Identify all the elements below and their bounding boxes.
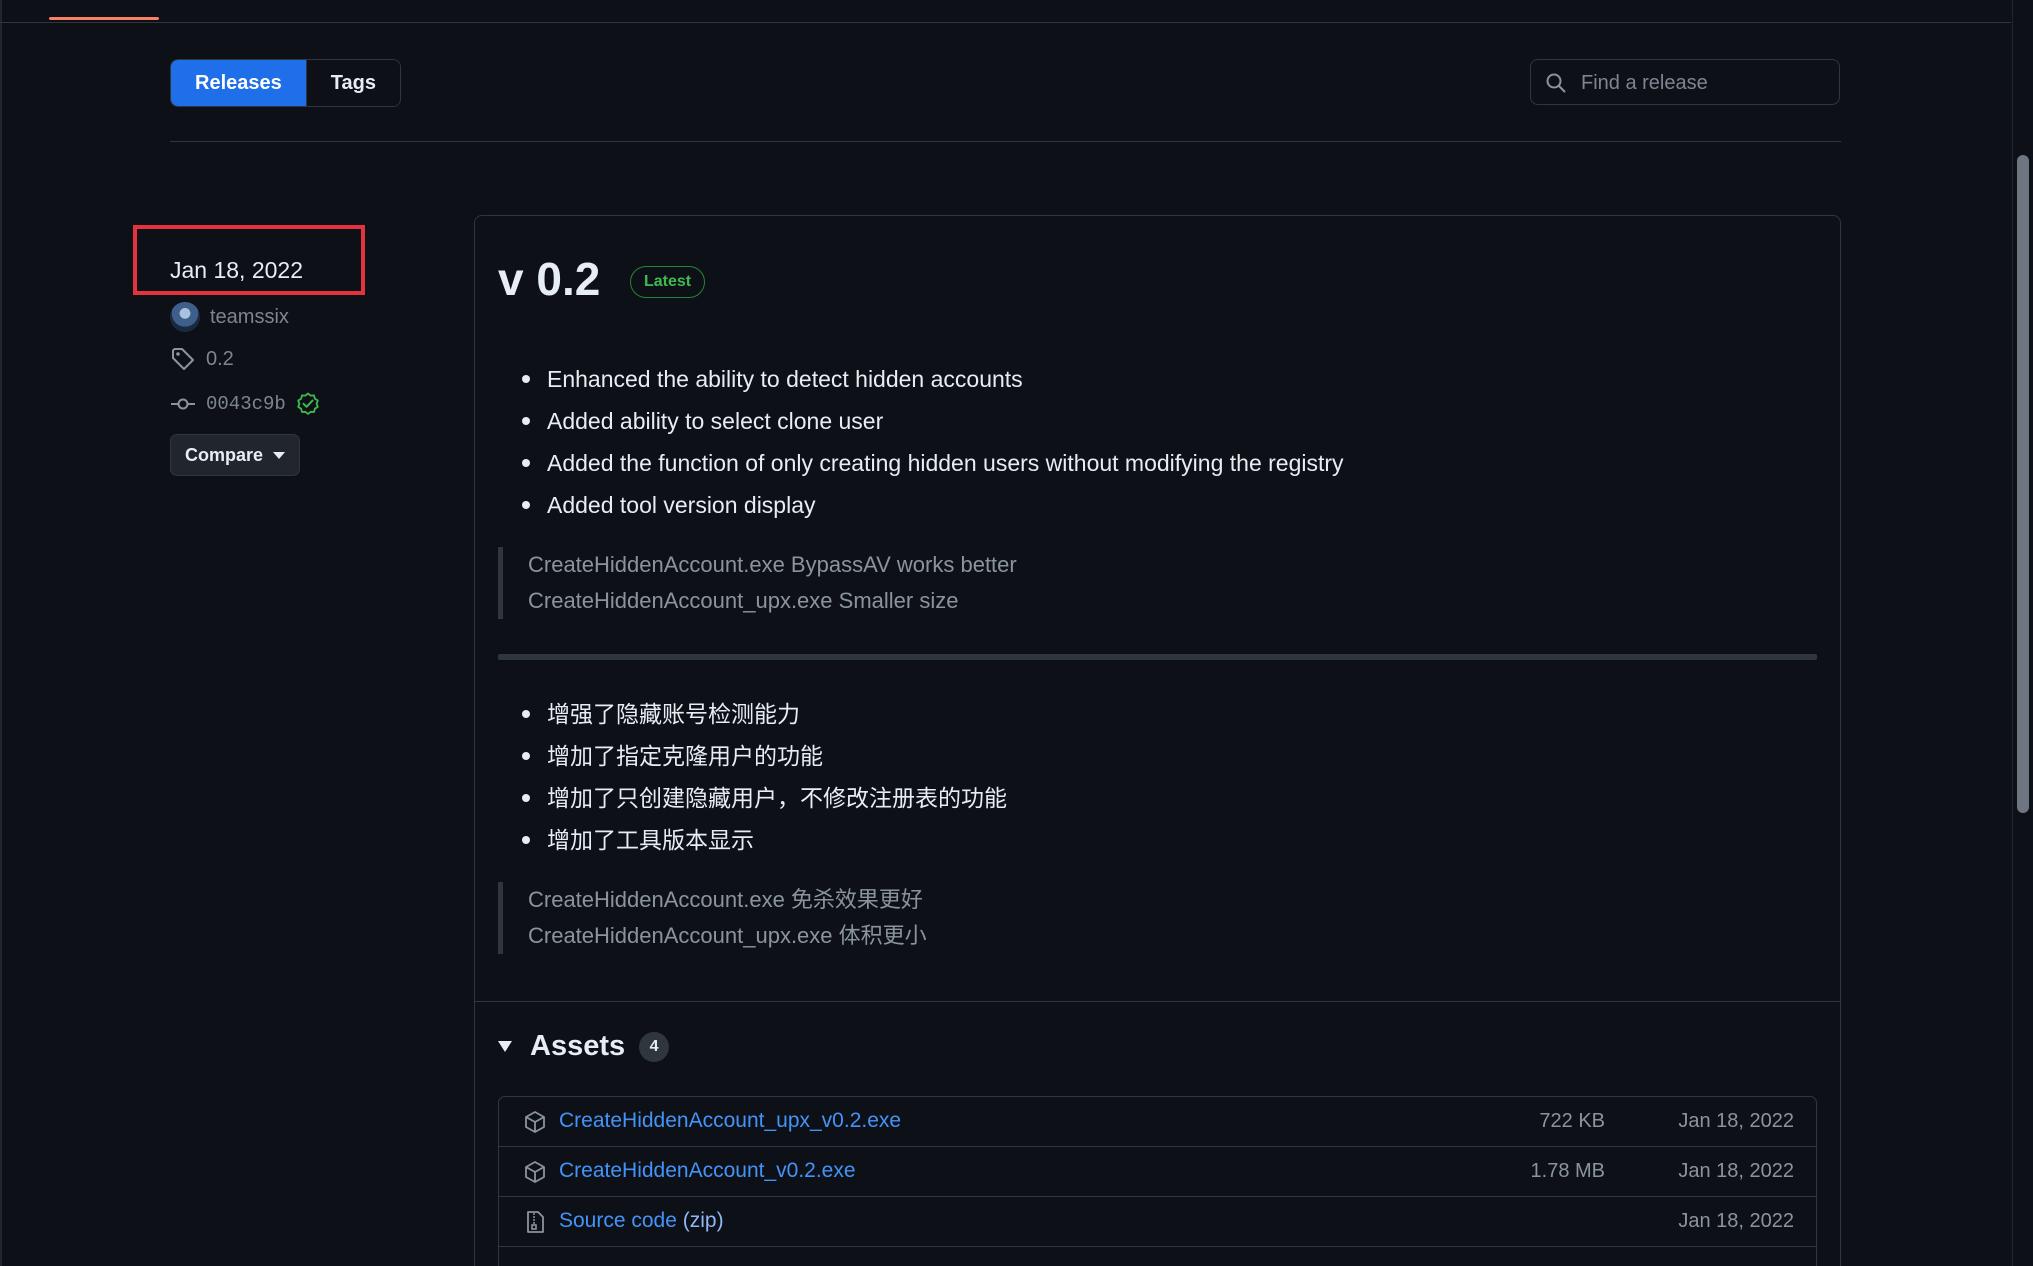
search-icon bbox=[1546, 73, 1566, 93]
quote-line: CreateHiddenAccount.exe 免杀效果更好 bbox=[528, 887, 923, 912]
source-code-link[interactable]: Source code (zip) bbox=[559, 1209, 724, 1233]
card-divider bbox=[475, 1001, 1840, 1002]
release-notes-zh: 增强了隐藏账号检测能力 增加了指定克隆用户的功能 增加了只创建隐藏用户，不修改注… bbox=[512, 693, 1007, 861]
assets-count-badge: 4 bbox=[639, 1031, 670, 1062]
tag-name[interactable]: 0.2 bbox=[206, 348, 234, 371]
asset-date: Jan 18, 2022 bbox=[1678, 1210, 1794, 1232]
header-divider bbox=[170, 141, 1841, 142]
git-commit-icon bbox=[171, 398, 195, 410]
asset-date: Jan 18, 2022 bbox=[1678, 1110, 1794, 1132]
table-row: CreateHiddenAccount_upx_v0.2.exe 722 KB … bbox=[499, 1097, 1816, 1147]
chevron-down-icon bbox=[273, 451, 286, 459]
tag-row[interactable]: 0.2 bbox=[170, 346, 234, 372]
compare-button[interactable]: Compare bbox=[170, 434, 300, 476]
active-tab-underline bbox=[49, 17, 159, 20]
author-name[interactable]: teamssix bbox=[210, 306, 289, 329]
list-item: Added tool version display bbox=[512, 484, 1344, 526]
tab-tags[interactable]: Tags bbox=[305, 60, 400, 106]
latest-badge: Latest bbox=[630, 266, 706, 298]
quote-line: CreateHiddenAccount.exe BypassAV works b… bbox=[528, 552, 1017, 577]
compare-label: Compare bbox=[184, 444, 264, 465]
table-row: Source code (zip) Jan 18, 2022 bbox=[499, 1197, 1816, 1247]
triangle-down-icon bbox=[498, 1041, 512, 1052]
assets-toggle[interactable]: Assets 4 bbox=[498, 1030, 670, 1063]
package-icon bbox=[525, 1111, 545, 1133]
release-date: Jan 18, 2022 bbox=[170, 257, 304, 283]
asset-date: Jan 18, 2022 bbox=[1678, 1160, 1794, 1182]
tab-releases[interactable]: Releases bbox=[171, 60, 306, 106]
package-icon bbox=[525, 1161, 545, 1183]
tag-icon bbox=[172, 348, 194, 370]
scrollbar[interactable] bbox=[2012, 0, 2033, 1266]
list-item: 增加了只创建隐藏用户，不修改注册表的功能 bbox=[512, 777, 1007, 819]
list-item: Enhanced the ability to detect hidden ac… bbox=[512, 358, 1344, 400]
list-item: Added the function of only creating hidd… bbox=[512, 442, 1344, 484]
release-page: Releases Tags Jan 18, 2022 teamssix 0.2 … bbox=[0, 0, 2033, 1266]
asset-size: 722 KB bbox=[1539, 1110, 1605, 1132]
release-title[interactable]: v 0.2 bbox=[498, 252, 600, 306]
assets-title: Assets bbox=[530, 1030, 626, 1062]
asset-link-label: Source code bbox=[559, 1209, 677, 1232]
list-item: 增加了工具版本显示 bbox=[512, 819, 1007, 861]
asset-size: 1.78 MB bbox=[1530, 1160, 1605, 1182]
find-release-search[interactable] bbox=[1530, 59, 1840, 106]
assets-list: CreateHiddenAccount_upx_v0.2.exe 722 KB … bbox=[498, 1096, 1817, 1266]
list-item: 增加了指定克隆用户的功能 bbox=[512, 735, 1007, 777]
list-item: 增强了隐藏账号检测能力 bbox=[512, 693, 1007, 735]
list-item: Added ability to select clone user bbox=[512, 400, 1344, 442]
commit-row[interactable]: 0043c9b bbox=[170, 392, 320, 416]
quote-line: CreateHiddenAccount_upx.exe Smaller size bbox=[528, 588, 959, 613]
repo-nav-strip bbox=[0, 0, 2011, 23]
horizontal-rule bbox=[498, 654, 1817, 660]
quote-line: CreateHiddenAccount_upx.exe 体积更小 bbox=[528, 923, 927, 948]
scrollbar-thumb[interactable] bbox=[2017, 155, 2029, 813]
blockquote-zh: CreateHiddenAccount.exe 免杀效果更好 CreateHid… bbox=[498, 882, 1398, 954]
blockquote-en: CreateHiddenAccount.exe BypassAV works b… bbox=[498, 547, 1398, 619]
commit-hash[interactable]: 0043c9b bbox=[206, 393, 286, 415]
window-edge bbox=[0, 0, 2, 1266]
asset-format: (zip) bbox=[682, 1209, 724, 1232]
search-input[interactable] bbox=[1579, 60, 1833, 106]
table-row: CreateHiddenAccount_v0.2.exe 1.78 MB Jan… bbox=[499, 1147, 1816, 1197]
avatar[interactable] bbox=[170, 302, 200, 332]
author-row[interactable]: teamssix bbox=[170, 302, 289, 332]
verified-check-icon[interactable] bbox=[296, 392, 320, 416]
release-notes-en: Enhanced the ability to detect hidden ac… bbox=[512, 358, 1344, 526]
asset-link[interactable]: CreateHiddenAccount_upx_v0.2.exe bbox=[559, 1109, 901, 1133]
file-zip-icon bbox=[527, 1211, 544, 1233]
asset-link[interactable]: CreateHiddenAccount_v0.2.exe bbox=[559, 1159, 856, 1183]
releases-tags-switch: Releases Tags bbox=[170, 59, 401, 107]
